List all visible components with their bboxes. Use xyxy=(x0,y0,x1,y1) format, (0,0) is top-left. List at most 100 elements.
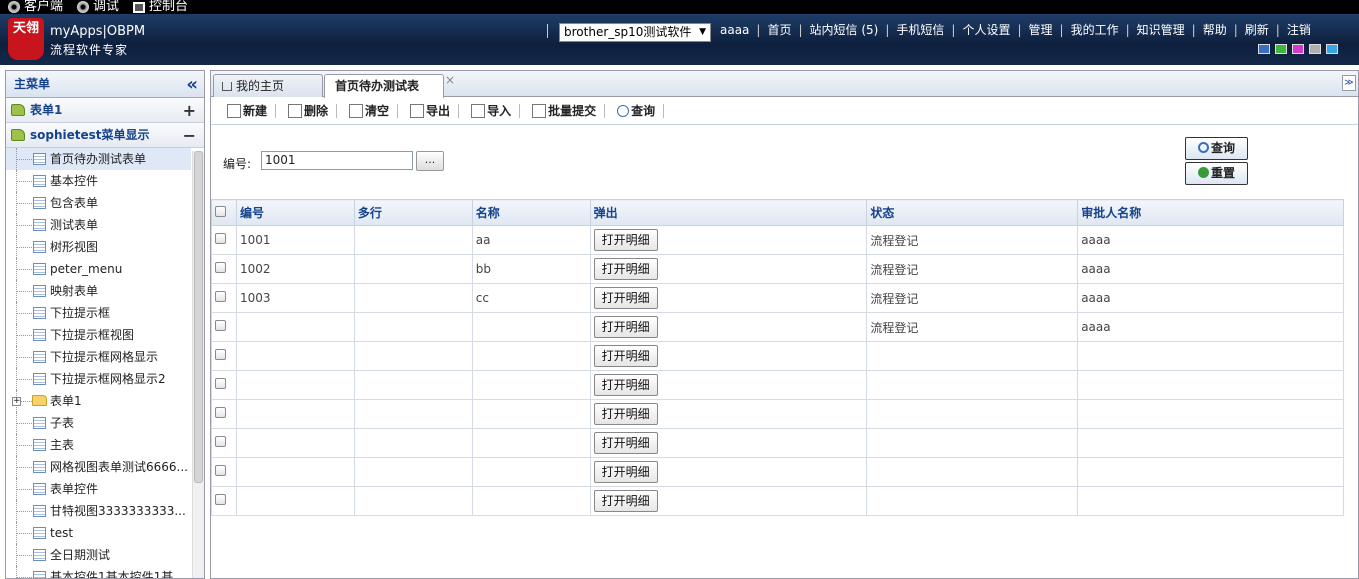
nav-link[interactable]: 个人设置 xyxy=(962,23,1010,37)
tree-item[interactable]: 下拉提示框 xyxy=(6,302,191,324)
table-row[interactable]: 打开明细 流程登记 aaaa xyxy=(211,312,1344,342)
tab-more-icon[interactable]: ≫ xyxy=(1342,75,1356,91)
tree-item[interactable]: 下拉提示框视图 xyxy=(6,324,191,346)
table-row[interactable]: 1001 aa 打开明细 流程登记 aaaa xyxy=(211,225,1344,255)
row-checkbox[interactable] xyxy=(215,494,226,505)
table-row[interactable]: 打开明细 xyxy=(211,399,1344,429)
table-row[interactable]: 打开明细 xyxy=(211,428,1344,458)
nav-link[interactable]: 站内短信 (5) xyxy=(810,23,879,37)
console-link[interactable]: 控制台 xyxy=(133,0,188,14)
tab-home[interactable]: 我的主页 xyxy=(213,74,323,97)
row-checkbox[interactable] xyxy=(215,320,226,331)
tree-item[interactable]: 基本控件 xyxy=(6,170,191,192)
skin-swatch[interactable] xyxy=(1275,44,1287,54)
table-row[interactable]: 打开明细 xyxy=(211,457,1344,487)
nav-link[interactable]: 帮助 xyxy=(1203,23,1227,37)
open-detail-button[interactable]: 打开明细 xyxy=(593,345,658,367)
new-button[interactable]: 新建 xyxy=(221,102,282,119)
tab-active[interactable]: 首页待办测试表 × xyxy=(324,73,455,98)
tree-item[interactable]: 映射表单 xyxy=(6,280,191,302)
tree-item[interactable]: 全日期测试 xyxy=(6,544,191,566)
collapse-icon[interactable]: « xyxy=(186,71,198,98)
expand-icon[interactable]: + xyxy=(183,98,196,123)
accordion-sophietest[interactable]: sophietest菜单显示 − xyxy=(6,123,204,148)
nav-link[interactable]: 我的工作 xyxy=(1071,23,1119,37)
tree-item[interactable]: 下拉提示框网格显示2 xyxy=(6,368,191,390)
select-all-checkbox[interactable] xyxy=(215,205,226,217)
debug-link[interactable]: 调试 xyxy=(77,0,119,14)
column-header[interactable]: 审批人名称 xyxy=(1077,199,1344,226)
collapse-section-icon[interactable]: − xyxy=(183,123,196,148)
row-checkbox[interactable] xyxy=(215,465,226,476)
open-detail-button[interactable]: 打开明细 xyxy=(593,432,658,454)
open-detail-button[interactable]: 打开明细 xyxy=(593,403,658,425)
table-row[interactable]: 1002 bb 打开明细 流程登记 aaaa xyxy=(211,254,1344,284)
tree-item[interactable]: 网格视图表单测试6666... xyxy=(6,456,191,478)
tree-item[interactable]: 表单控件 xyxy=(6,478,191,500)
open-detail-button[interactable]: 打开明细 xyxy=(593,374,658,396)
query-toolbar-button[interactable]: 查询 xyxy=(611,102,670,119)
table-row[interactable]: 1003 cc 打开明细 流程登记 aaaa xyxy=(211,283,1344,313)
nav-link[interactable]: 手机短信 xyxy=(896,23,944,37)
column-header[interactable]: 名称 xyxy=(471,199,591,226)
clear-button[interactable]: 清空 xyxy=(343,102,404,119)
import-button[interactable]: 导入 xyxy=(465,102,526,119)
tree-item[interactable]: 下拉提示框网格显示 xyxy=(6,346,191,368)
open-detail-button[interactable]: 打开明细 xyxy=(593,461,658,483)
batch-submit-button[interactable]: 批量提交 xyxy=(526,102,611,119)
tree-item[interactable]: 树形视图 xyxy=(6,236,191,258)
skin-swatch[interactable] xyxy=(1326,44,1338,54)
reset-button[interactable]: 重置 xyxy=(1185,162,1248,185)
row-checkbox[interactable] xyxy=(215,378,226,389)
row-checkbox[interactable] xyxy=(215,291,226,302)
tree-item[interactable]: 首页待办测试表单 xyxy=(6,148,191,170)
tree-item[interactable]: 甘特视图3333333333... xyxy=(6,500,191,522)
system-select[interactable]: brother_sp10测试软件 ▼ xyxy=(559,23,711,42)
accordion-form1[interactable]: 表单1 + xyxy=(6,98,204,123)
skin-swatch[interactable] xyxy=(1309,44,1321,54)
column-header[interactable]: 编号 xyxy=(235,199,355,226)
number-input[interactable]: 1001 xyxy=(261,151,413,170)
table-row[interactable]: 打开明细 xyxy=(211,370,1344,400)
open-detail-button[interactable]: 打开明细 xyxy=(593,258,658,280)
open-detail-button[interactable]: 打开明细 xyxy=(593,229,658,251)
column-header[interactable]: 多行 xyxy=(353,199,473,226)
close-icon[interactable]: × xyxy=(445,69,455,91)
tree-item[interactable]: 基本控件1基本控件1基... xyxy=(6,566,191,578)
tree-item[interactable]: 包含表单 xyxy=(6,192,191,214)
tree-item[interactable]: 子表 xyxy=(6,412,191,434)
tree-item[interactable]: peter_menu xyxy=(6,258,191,280)
tree-item[interactable]: 主表 xyxy=(6,434,191,456)
nav-link[interactable]: 刷新 xyxy=(1245,23,1269,37)
nav-link[interactable]: 注销 xyxy=(1287,23,1311,37)
row-checkbox[interactable] xyxy=(215,349,226,360)
row-checkbox[interactable] xyxy=(215,436,226,447)
skin-swatch[interactable] xyxy=(1258,44,1270,54)
skin-swatch[interactable] xyxy=(1292,44,1304,54)
nav-link[interactable]: 管理 xyxy=(1029,23,1053,37)
number-picker-button[interactable]: ... xyxy=(416,151,444,171)
row-checkbox[interactable] xyxy=(215,407,226,418)
query-button[interactable]: 查询 xyxy=(1185,137,1248,160)
client-link[interactable]: 客户端 xyxy=(8,0,63,14)
expand-icon[interactable]: + xyxy=(12,397,21,406)
tree-item[interactable]: 测试表单 xyxy=(6,214,191,236)
scrollbar-thumb[interactable] xyxy=(194,151,203,483)
column-header[interactable]: 弹出 xyxy=(589,199,868,226)
nav-link[interactable]: aaaa xyxy=(720,23,749,37)
open-detail-button[interactable]: 打开明细 xyxy=(593,316,658,338)
export-button[interactable]: 导出 xyxy=(404,102,465,119)
tree-item[interactable]: test xyxy=(6,522,191,544)
nav-link[interactable]: 知识管理 xyxy=(1137,23,1185,37)
row-checkbox[interactable] xyxy=(215,233,226,244)
open-detail-button[interactable]: 打开明细 xyxy=(593,287,658,309)
table-row[interactable]: 打开明细 xyxy=(211,486,1344,516)
open-detail-button[interactable]: 打开明细 xyxy=(593,490,658,512)
tree-item[interactable]: + 表单1 xyxy=(6,390,191,412)
delete-button[interactable]: 删除 xyxy=(282,102,343,119)
nav-link[interactable]: 首页 xyxy=(767,23,791,37)
row-checkbox[interactable] xyxy=(215,262,226,273)
table-row[interactable]: 打开明细 xyxy=(211,341,1344,371)
column-header[interactable]: 状态 xyxy=(866,199,1079,226)
sidebar-scrollbar[interactable] xyxy=(192,151,204,578)
